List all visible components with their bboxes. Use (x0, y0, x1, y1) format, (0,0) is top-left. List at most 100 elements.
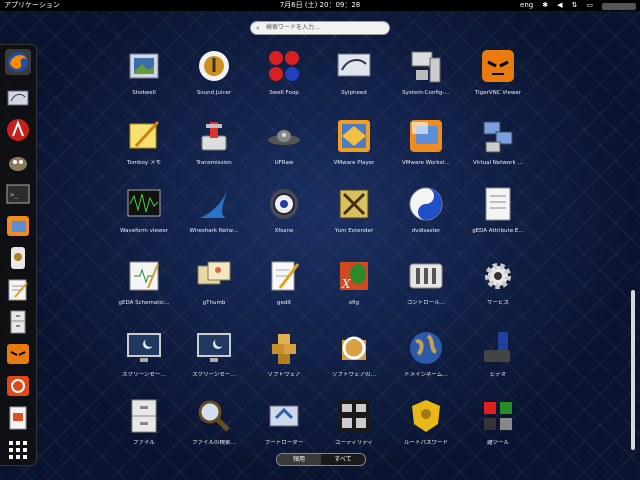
app-label: VMware Workst… (401, 160, 451, 166)
app-label: ルートパスワード (403, 440, 448, 446)
dash-terminal-icon[interactable]: >_ (5, 181, 31, 207)
screensaver-2-icon (196, 330, 232, 366)
top-bar: アプリケーション 7月6日 (土) 20：09：28 eng ✱ ◀ ⇅ ▭ (0, 0, 640, 11)
geda-attribute-icon (480, 186, 516, 222)
app-tile-waveform[interactable]: Waveform viewer (108, 186, 180, 246)
gedit-icon (266, 258, 302, 294)
svg-text:>_: >_ (10, 191, 19, 199)
app-tile-gedit[interactable]: gedit (248, 258, 320, 318)
app-tile-screensaver-1[interactable]: スクリーンセー… (108, 330, 180, 390)
app-tile-wireshark[interactable]: Wireshark Netw… (178, 186, 250, 246)
dash-software-icon[interactable] (5, 373, 31, 399)
volume-icon[interactable]: ◀ (557, 0, 562, 11)
control-center-icon (408, 258, 444, 294)
app-tile-bootloader[interactable]: ブートローダー (248, 398, 320, 458)
app-label: dvdisaster (411, 228, 441, 234)
dash-firefox-icon[interactable] (5, 49, 31, 75)
app-tile-xfig[interactable]: Xxfig (318, 258, 390, 318)
frequent-tab[interactable]: 頻用 (277, 454, 321, 465)
app-tile-screensaver-2[interactable]: スクリーンセー… (178, 330, 250, 390)
geda-schematic-icon (126, 258, 162, 294)
app-tile-file-search[interactable]: ファイルの検索… (178, 398, 250, 458)
app-label: 雑ツール (486, 440, 509, 446)
app-label: gEDA Attribute E… (472, 228, 524, 234)
dvdisaster-icon (408, 186, 444, 222)
sound-juicer-icon (196, 48, 232, 84)
app-tile-software[interactable]: ソフトウェア (248, 330, 320, 390)
software-icon (266, 330, 302, 366)
app-label: Waveform viewer (120, 228, 168, 234)
dash-gedit-icon[interactable] (5, 277, 31, 303)
app-tile-dvdisaster[interactable]: dvdisaster (390, 186, 462, 246)
app-tile-geda-attribute[interactable]: gEDA Attribute E… (462, 186, 534, 246)
app-tile-transmission[interactable]: Transmission (178, 118, 250, 178)
app-tile-xsane[interactable]: Xfsane (248, 186, 320, 246)
search-input[interactable]: ⌕ 検索ワードを入力… (250, 21, 390, 35)
app-tile-yum-extender[interactable]: Yum Extender (318, 186, 390, 246)
virtual-network-icon (480, 118, 516, 154)
user-menu[interactable] (602, 3, 636, 10)
app-label: Virtual Network … (473, 160, 523, 166)
app-label: ソフトウェア (267, 372, 301, 378)
app-tile-system-config[interactable]: System-Config-… (390, 48, 462, 108)
all-tab[interactable]: すべて (321, 454, 365, 465)
battery-icon[interactable]: ▭ (586, 0, 593, 11)
app-grid-scrollbar[interactable] (631, 290, 635, 450)
vmware-workstation-icon (408, 118, 444, 154)
app-label: gEDA Schematic… (118, 300, 170, 306)
app-tile-services[interactable]: サービス (462, 258, 534, 318)
xsane-icon (266, 186, 302, 222)
gthumb-icon (196, 258, 232, 294)
app-label: VMware Player (333, 160, 375, 166)
system-tray[interactable]: eng ✱ ◀ ⇅ ▭ (520, 0, 636, 11)
dash-tigervnc-icon[interactable] (5, 341, 31, 367)
app-tile-files[interactable]: ファイル (108, 398, 180, 458)
ufraw-icon (266, 118, 302, 154)
tigervnc-icon (480, 48, 516, 84)
app-tile-misc-tools[interactable]: 雑ツール (462, 398, 534, 458)
app-tile-control-center[interactable]: コントロール… (390, 258, 462, 318)
app-label: サービス (486, 300, 509, 306)
tomboy-icon (126, 118, 162, 154)
dash-vmware-workstation-icon[interactable] (5, 213, 31, 239)
shotwell-icon (126, 48, 162, 84)
dash-acrobat-icon[interactable] (5, 117, 31, 143)
app-tile-virtual-network[interactable]: Virtual Network … (462, 118, 534, 178)
app-label: Transmission (196, 160, 232, 166)
keyboard-layout-indicator[interactable]: eng (520, 0, 533, 11)
app-label: Yum Extender (334, 228, 374, 234)
app-label: Swell Foop (269, 90, 299, 96)
app-tile-ufraw[interactable]: UFRaw (248, 118, 320, 178)
domain-name-icon (408, 330, 444, 366)
app-tile-sound-juicer[interactable]: Sound Juicer (178, 48, 250, 108)
app-label: Xfsane (274, 228, 294, 234)
app-tile-sylpheed[interactable]: Sylpheed (318, 48, 390, 108)
app-label: Wireshark Netw… (189, 228, 239, 234)
show-applications-grid-icon[interactable] (9, 441, 27, 459)
app-tile-geda-schematic[interactable]: gEDA Schematic… (108, 258, 180, 318)
app-label: System-Config-… (402, 90, 450, 96)
dash-gimp-icon[interactable] (5, 149, 31, 175)
app-tile-shotwell[interactable]: Shotwell (108, 48, 180, 108)
bluetooth-icon[interactable]: ✱ (542, 0, 548, 11)
app-tile-video[interactable]: ビデオ (462, 330, 534, 390)
xfig-icon: X (336, 258, 372, 294)
dash-sound-juicer-icon[interactable] (5, 245, 31, 271)
dash-file-cabinet-icon[interactable] (5, 309, 31, 335)
network-icon[interactable]: ⇅ (572, 0, 578, 11)
app-label: ドメインネーム… (404, 372, 448, 378)
app-tile-gthumb[interactable]: gThumb (178, 258, 250, 318)
app-tile-software-update[interactable]: ソフトウェアの… (318, 330, 390, 390)
app-tile-vmware-player[interactable]: VMware Player (318, 118, 390, 178)
dash-document-viewer-icon[interactable] (5, 405, 31, 431)
app-tile-tomboy[interactable]: Tomboy メモ (108, 118, 180, 178)
app-tile-domain-name[interactable]: ドメインネーム… (390, 330, 462, 390)
app-tile-vmware-workstation[interactable]: VMware Workst… (390, 118, 462, 178)
search-placeholder: 検索ワードを入力… (266, 24, 321, 31)
dash-sylpheed-icon[interactable] (5, 85, 31, 111)
app-tile-utilities[interactable]: ユーティリティ (318, 398, 390, 458)
app-tile-swell-foop[interactable]: Swell Foop (248, 48, 320, 108)
app-tile-tigervnc[interactable]: TigerVNC Viewer (462, 48, 534, 108)
app-label: スクリーンセー… (122, 372, 166, 378)
app-tile-root-password[interactable]: ルートパスワード (390, 398, 462, 458)
